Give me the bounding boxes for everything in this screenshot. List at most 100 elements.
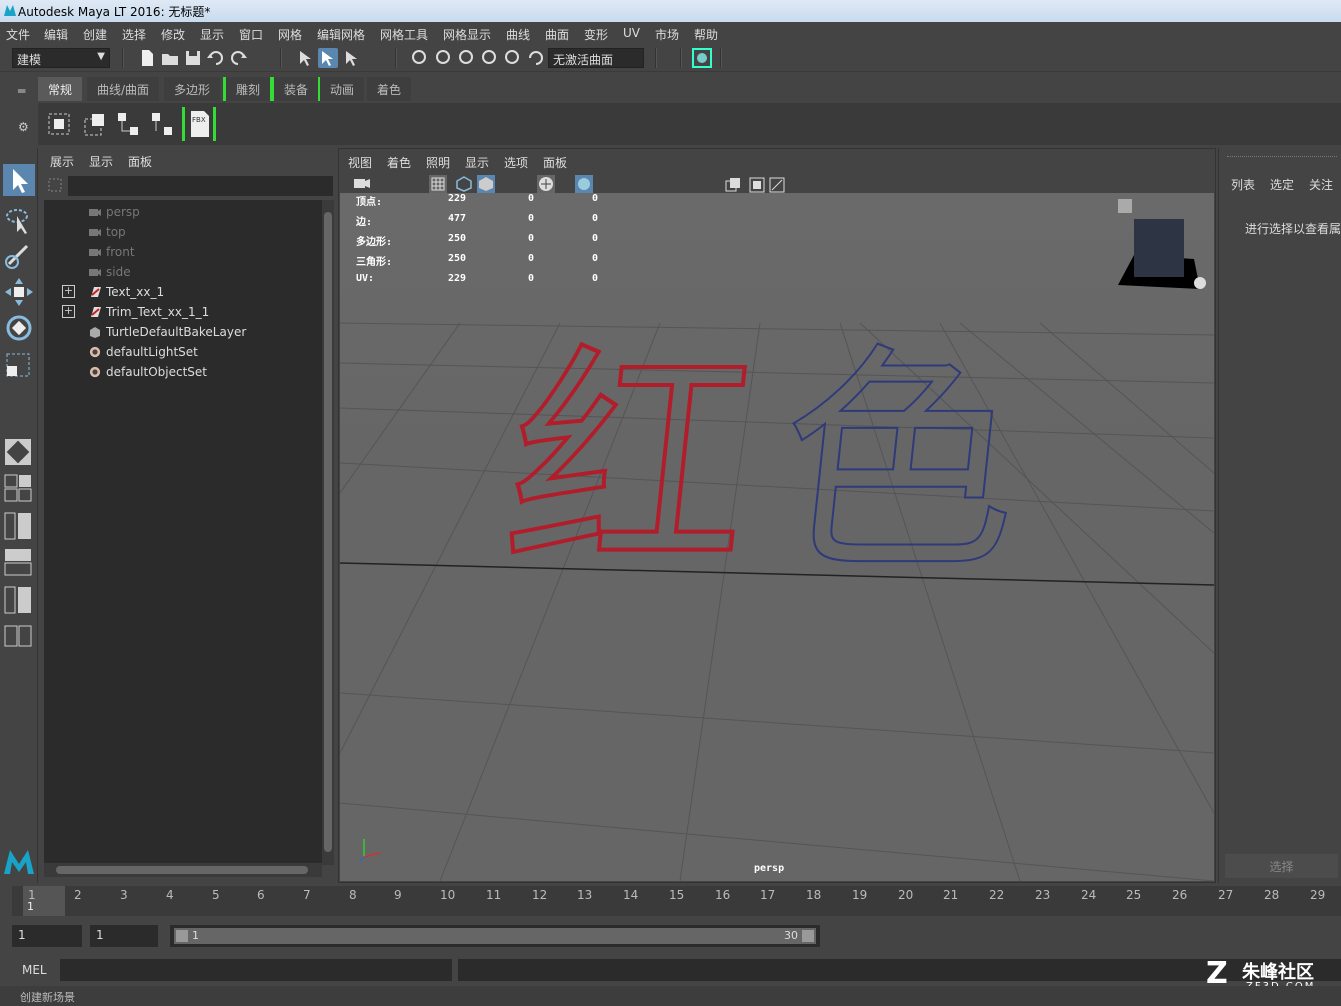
menu-help[interactable]: 帮助 bbox=[694, 26, 718, 43]
grid-icon[interactable] bbox=[429, 175, 447, 193]
outliner-search-input[interactable] bbox=[68, 176, 333, 196]
new-scene-icon[interactable] bbox=[137, 48, 157, 68]
menu-select[interactable]: 选择 bbox=[122, 26, 146, 43]
outliner-menu-display[interactable]: 显示 bbox=[89, 153, 113, 170]
outliner-horizontal-scrollbar[interactable] bbox=[44, 863, 322, 877]
select-component-icon[interactable] bbox=[342, 48, 362, 68]
shelf-tab-general[interactable]: 常规 bbox=[38, 77, 83, 101]
redo-icon[interactable] bbox=[229, 48, 249, 68]
render-view-icon[interactable] bbox=[692, 48, 712, 68]
red-text-object[interactable]: 红 bbox=[493, 321, 766, 605]
menu-create[interactable]: 创建 bbox=[83, 26, 107, 43]
range-handle-left[interactable] bbox=[176, 930, 188, 942]
menu-file[interactable]: 文件 bbox=[6, 26, 30, 43]
snap-point-icon[interactable] bbox=[457, 48, 477, 68]
persp-outliner-layout-icon[interactable] bbox=[4, 512, 32, 540]
range-slider-bar[interactable]: 1 30 bbox=[174, 928, 816, 944]
list-item[interactable]: front bbox=[44, 242, 322, 262]
resolution-gate-icon[interactable] bbox=[769, 177, 785, 193]
menu-mesh-display[interactable]: 网格显示 bbox=[443, 26, 491, 43]
menu-mesh-tools[interactable]: 网格工具 bbox=[380, 26, 428, 43]
snap-surface-icon[interactable] bbox=[503, 48, 523, 68]
single-perspective-layout-icon[interactable] bbox=[4, 438, 32, 466]
viewport-menu-view[interactable]: 视图 bbox=[348, 154, 372, 171]
menu-modify[interactable]: 修改 bbox=[161, 26, 185, 43]
command-input[interactable] bbox=[60, 959, 452, 981]
make-live-icon[interactable] bbox=[526, 48, 546, 68]
select-object-icon[interactable] bbox=[318, 48, 338, 68]
expand-icon[interactable]: + bbox=[62, 285, 75, 298]
shelf-tab-animation[interactable]: 动画 bbox=[320, 77, 365, 101]
paint-select-tool-icon[interactable] bbox=[3, 240, 35, 272]
rotate-tool-icon[interactable] bbox=[3, 312, 35, 344]
select-hierarchy-icon[interactable] bbox=[296, 48, 316, 68]
list-item[interactable]: persp bbox=[44, 202, 322, 222]
save-scene-icon[interactable] bbox=[183, 48, 203, 68]
isolate-select-icon[interactable] bbox=[725, 177, 741, 193]
list-item[interactable]: + Trim_Text_xx_1_1 bbox=[44, 302, 322, 322]
menu-surfaces[interactable]: 曲面 bbox=[545, 26, 569, 43]
four-view-layout-icon[interactable] bbox=[4, 474, 32, 502]
menu-deform[interactable]: 变形 bbox=[584, 26, 608, 43]
list-item[interactable]: TurtleDefaultBakeLayer bbox=[44, 322, 322, 342]
range-slider-track[interactable]: 1 30 bbox=[170, 925, 820, 947]
shelf-tab-polygons[interactable]: 多边形 bbox=[164, 77, 221, 101]
wireframe-icon[interactable] bbox=[455, 175, 473, 193]
viewport-menu-show[interactable]: 显示 bbox=[465, 154, 489, 171]
channel-tab-selected[interactable]: 选定 bbox=[1270, 176, 1294, 193]
shelf-menu-icon[interactable]: ═ bbox=[18, 84, 25, 98]
mode-selector[interactable]: 建模 ▼ bbox=[12, 48, 110, 68]
menu-edit-mesh[interactable]: 编辑网格 bbox=[317, 26, 365, 43]
move-tool-icon[interactable] bbox=[3, 276, 35, 308]
range-handle-right[interactable] bbox=[802, 930, 814, 942]
camera-icon[interactable] bbox=[353, 175, 371, 191]
list-item[interactable]: defaultLightSet bbox=[44, 342, 322, 362]
two-panel-icon[interactable] bbox=[749, 177, 765, 193]
viewport-menu-panels[interactable]: 面板 bbox=[543, 154, 567, 171]
group-icon[interactable] bbox=[46, 111, 72, 137]
undo-icon[interactable] bbox=[205, 48, 225, 68]
ungroup-icon[interactable] bbox=[82, 111, 108, 137]
outliner-menu-show[interactable]: 展示 bbox=[50, 153, 74, 170]
fbx-export-button[interactable]: FBX bbox=[182, 107, 216, 141]
time-slider-track[interactable]: 1 1 2 3 4 5 6 7 8 9 10 11 12 13 14 15 16… bbox=[12, 886, 1341, 916]
menu-curves[interactable]: 曲线 bbox=[506, 26, 530, 43]
outliner-vertical-scrollbar[interactable] bbox=[322, 200, 334, 865]
playback-start-field[interactable]: 1 bbox=[90, 925, 158, 947]
menu-window[interactable]: 窗口 bbox=[239, 26, 263, 43]
shelf-tab-sculpt[interactable]: 雕刻 bbox=[223, 77, 274, 101]
channel-tab-focus[interactable]: 关注 bbox=[1309, 176, 1333, 193]
outliner-menu-panels[interactable]: 面板 bbox=[128, 153, 152, 170]
lasso-tool-icon[interactable] bbox=[3, 204, 35, 236]
viewport-menu-lighting[interactable]: 照明 bbox=[426, 154, 450, 171]
hypershade-layout-icon[interactable] bbox=[4, 586, 32, 614]
xray-icon[interactable] bbox=[575, 175, 593, 193]
3d-viewport[interactable]: 顶点: 229 0 0 边: 477 0 0 多边形: 250 0 0 三角形:… bbox=[340, 193, 1214, 881]
gear-icon[interactable]: ⚙ bbox=[18, 120, 29, 134]
open-scene-icon[interactable] bbox=[160, 48, 180, 68]
snap-view-plane-icon[interactable] bbox=[480, 48, 500, 68]
expand-icon[interactable]: + bbox=[62, 305, 75, 318]
list-item[interactable]: side bbox=[44, 262, 322, 282]
command-language-label[interactable]: MEL bbox=[22, 963, 47, 977]
snap-curve-icon[interactable] bbox=[434, 48, 454, 68]
scrollbar-thumb[interactable] bbox=[324, 212, 332, 852]
blue-text-object[interactable]: 色 bbox=[764, 322, 1035, 604]
scrollbar-thumb[interactable] bbox=[56, 866, 308, 874]
select-button[interactable]: 选择 bbox=[1225, 854, 1338, 878]
layout-options-icon[interactable] bbox=[4, 622, 32, 650]
parent-icon[interactable] bbox=[116, 111, 142, 137]
snap-grid-icon[interactable] bbox=[410, 48, 430, 68]
select-tool-icon[interactable] bbox=[3, 164, 35, 196]
list-item[interactable]: top bbox=[44, 222, 322, 242]
filter-icon[interactable] bbox=[48, 178, 62, 192]
list-item[interactable]: + Text_xx_1 bbox=[44, 282, 322, 302]
menu-mesh[interactable]: 网格 bbox=[278, 26, 302, 43]
textured-icon[interactable] bbox=[537, 175, 555, 193]
shelf-tab-rigging[interactable]: 装备 bbox=[271, 77, 322, 101]
smooth-shade-icon[interactable] bbox=[477, 175, 495, 193]
live-surface-field[interactable]: 无激活曲面 bbox=[548, 48, 644, 68]
list-item[interactable]: defaultObjectSet bbox=[44, 362, 322, 382]
view-cube[interactable] bbox=[1116, 197, 1210, 293]
shelf-tab-curves-surfaces[interactable]: 曲线/曲面 bbox=[87, 77, 160, 101]
